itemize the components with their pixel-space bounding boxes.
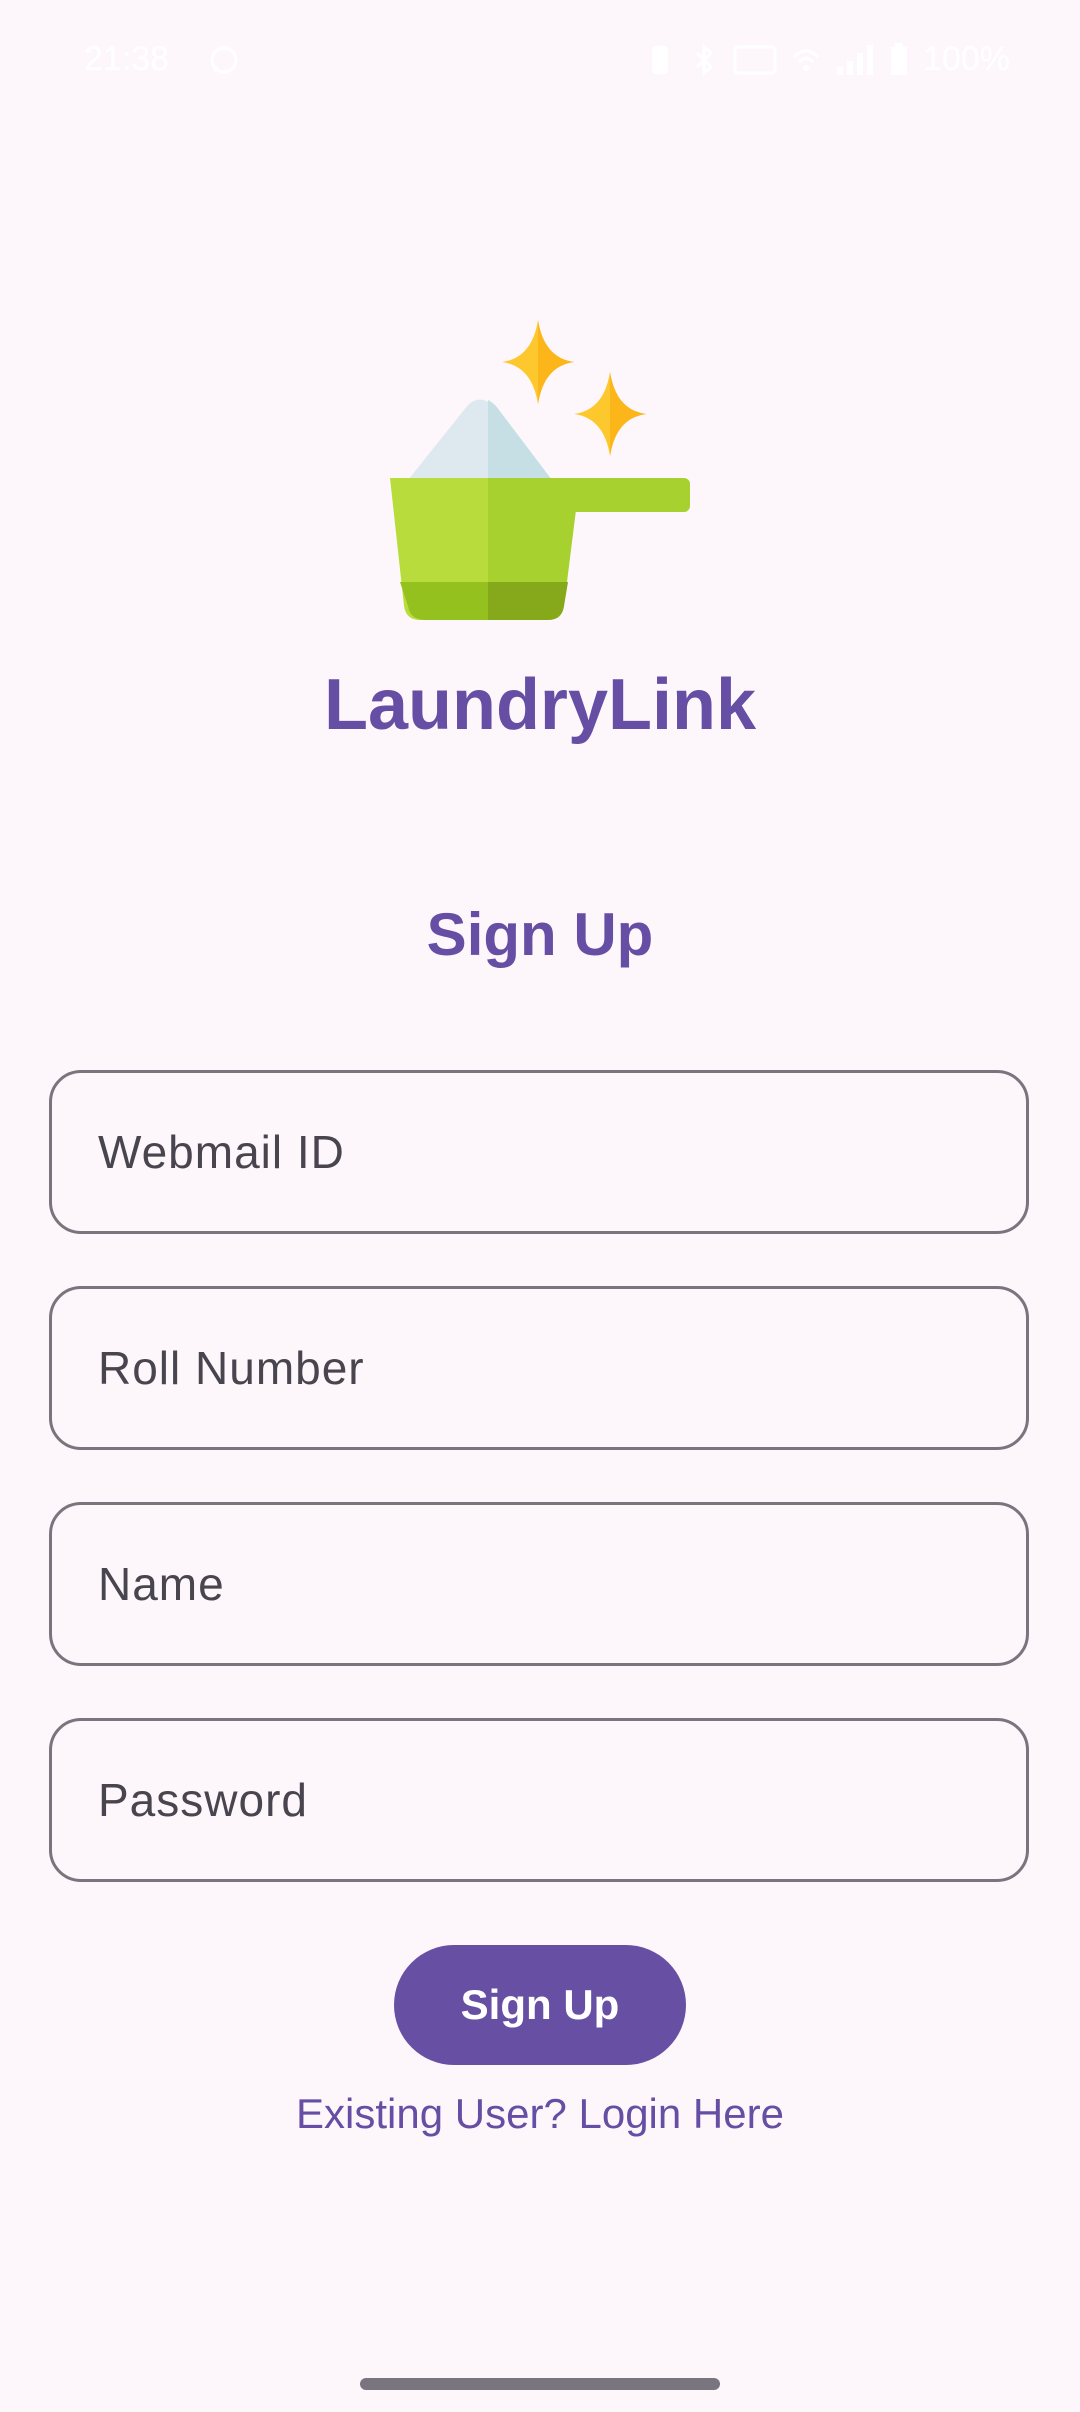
webmail-id-field[interactable]: Webmail ID [49,1070,1029,1234]
status-time: 21:38 [84,40,170,78]
bluetooth-icon [695,43,714,76]
gesture-navigation-bar[interactable] [360,2378,720,2390]
webmail-id-label: Webmail ID [98,1126,345,1178]
password-label: Password [98,1774,308,1826]
login-link[interactable]: Existing User? Login Here [0,2090,1080,2138]
status-bar: 21:38 100% [0,0,1080,124]
wifi-icon [792,49,820,71]
laundry-detergent-scoop-icon [390,320,690,620]
whatsapp-icon [210,46,238,74]
name-field[interactable]: Name [49,1502,1029,1666]
app-title: LaundryLink [323,665,757,745]
roll-number-label: Roll Number [98,1342,365,1394]
sign-up-button[interactable]: Sign Up [394,1945,686,2065]
page-heading: Sign Up [426,901,654,968]
volte-icon [733,45,777,74]
battery-icon [891,42,908,75]
signal-icon [837,44,874,75]
signup-screen: 21:38 100% LaundryLink Sign Up Webmail I… [0,0,1080,2412]
password-field[interactable]: Password [49,1718,1029,1882]
status-icons: 100% [645,40,1010,79]
name-label: Name [98,1558,225,1610]
roll-number-field[interactable]: Roll Number [49,1286,1029,1450]
vibrate-icon [652,45,669,74]
battery-percentage: 100% [923,40,1010,78]
